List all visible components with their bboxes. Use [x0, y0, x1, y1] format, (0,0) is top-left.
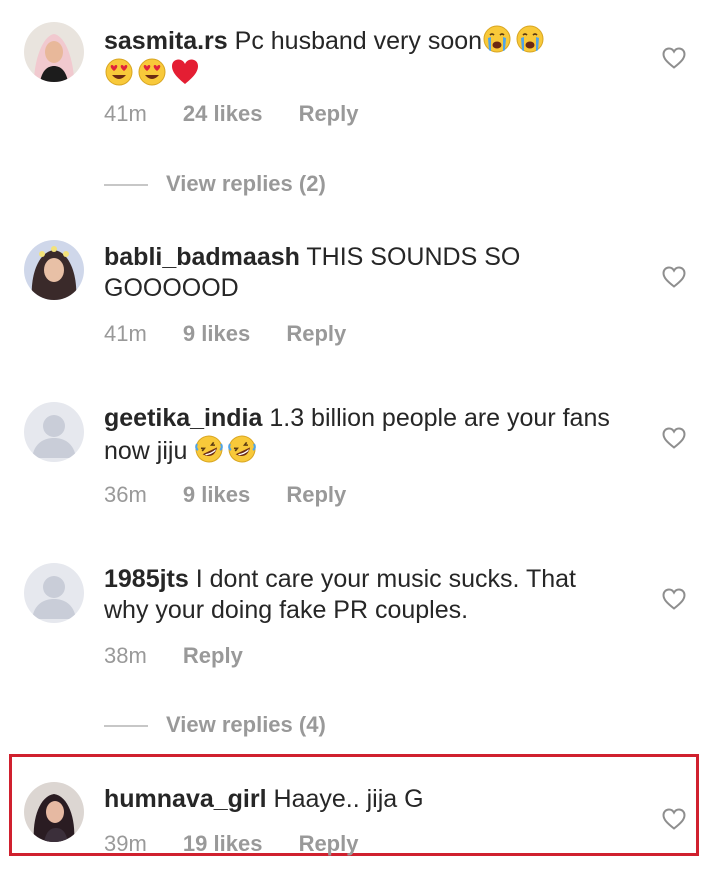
view-replies-button[interactable]: View replies (2) [104, 170, 326, 198]
red-heart-icon [170, 57, 200, 87]
comment-text: Pc husband very soon [234, 27, 483, 55]
reply-button[interactable]: Reply [183, 643, 243, 668]
reply-button[interactable]: Reply [286, 321, 346, 346]
comment-body: geetika_india 1.3 billion people are you… [104, 403, 614, 467]
comment-likes[interactable]: 24 likes [183, 101, 263, 126]
comment-time: 39m [104, 831, 147, 856]
comment-meta: 41m 24 likes Reply [104, 100, 388, 128]
comment-username[interactable]: 1985jts [104, 565, 189, 593]
comment-time: 41m [104, 101, 147, 126]
comment-time: 41m [104, 321, 147, 346]
comment-meta: 38m Reply [104, 642, 273, 670]
crying-face-icon [515, 24, 545, 54]
heart-eyes-face-icon [137, 57, 167, 87]
view-replies-label[interactable]: View replies (2) [166, 171, 326, 196]
comment-body: 1985jts I dont care your music sucks. Th… [104, 564, 604, 626]
crying-face-icon [482, 24, 512, 54]
view-replies-label[interactable]: View replies (4) [166, 712, 326, 737]
heart-outline-icon[interactable] [662, 47, 686, 69]
comment-username[interactable]: sasmita.rs [104, 27, 228, 55]
comment-meta: 41m 9 likes Reply [104, 320, 376, 348]
comment-username[interactable]: geetika_india [104, 404, 262, 432]
reply-button[interactable]: Reply [299, 101, 359, 126]
comment-meta: 39m 19 likes Reply [104, 830, 388, 858]
comment-likes[interactable]: 9 likes [183, 482, 250, 507]
heart-outline-icon[interactable] [662, 588, 686, 610]
divider [104, 725, 148, 728]
comment-likes[interactable]: 19 likes [183, 831, 263, 856]
heart-outline-icon[interactable] [662, 808, 686, 830]
divider [104, 184, 148, 187]
reply-button[interactable]: Reply [286, 482, 346, 507]
rolling-laughing-face-icon [194, 434, 224, 464]
comment-meta: 36m 9 likes Reply [104, 481, 376, 509]
avatar[interactable] [24, 22, 84, 82]
rolling-laughing-face-icon [227, 434, 257, 464]
avatar[interactable] [24, 402, 84, 462]
comment-username[interactable]: humnava_girl [104, 785, 267, 813]
comment-username[interactable]: babli_badmaash [104, 243, 300, 271]
comment-body: babli_badmaash THIS SOUNDS SO GOOOOOD [104, 242, 574, 304]
heart-outline-icon[interactable] [662, 266, 686, 288]
comment-time: 38m [104, 643, 147, 668]
comment-likes[interactable]: 9 likes [183, 321, 250, 346]
comment-body: sasmita.rs Pc husband very soon [104, 24, 634, 90]
reply-button[interactable]: Reply [299, 831, 359, 856]
avatar[interactable] [24, 563, 84, 623]
comment-time: 36m [104, 482, 147, 507]
avatar[interactable] [24, 782, 84, 842]
view-replies-button[interactable]: View replies (4) [104, 711, 326, 739]
avatar[interactable] [24, 240, 84, 300]
comment-text: Haaye.. jija G [273, 785, 424, 813]
heart-eyes-face-icon [104, 57, 134, 87]
comment-body: humnava_girl Haaye.. jija G [104, 784, 634, 815]
heart-outline-icon[interactable] [662, 427, 686, 449]
